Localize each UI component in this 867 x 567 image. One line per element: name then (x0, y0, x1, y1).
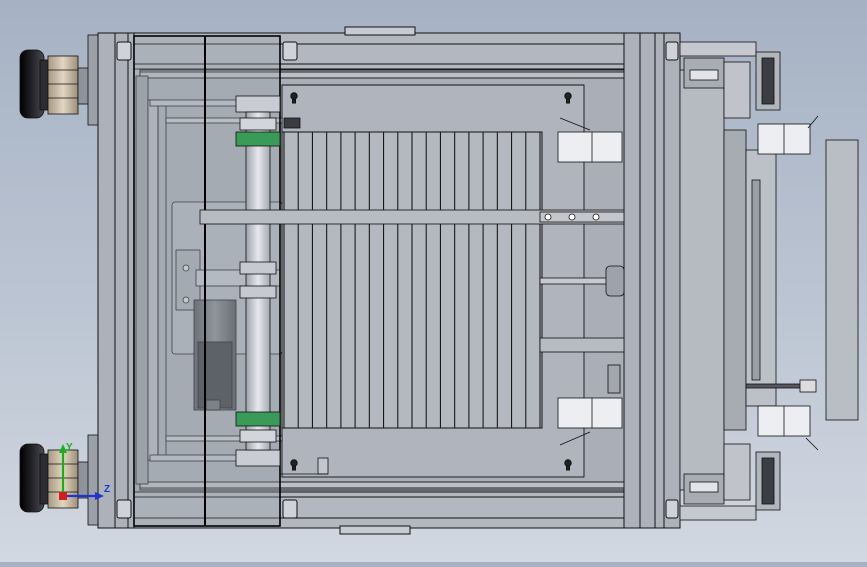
y-axis-label: Y (66, 442, 73, 453)
x-axis-marker (59, 492, 67, 500)
assembly-drawing[interactable]: Y Z (0, 0, 867, 562)
cad-viewport[interactable]: Y Z (0, 0, 867, 562)
pleated-bellows (281, 131, 543, 429)
leveling-foot-top (19, 34, 103, 126)
z-axis-label: Z (104, 484, 110, 495)
